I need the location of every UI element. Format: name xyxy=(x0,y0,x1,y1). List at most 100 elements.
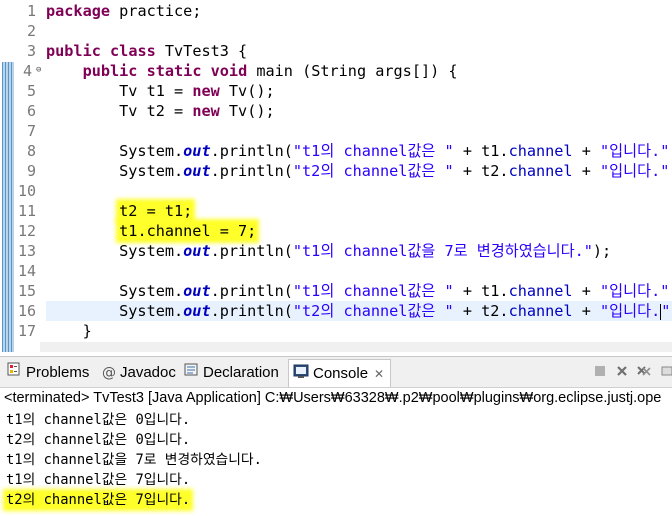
change-ruler xyxy=(2,62,14,352)
code-line-4[interactable]: public static void main (String args[]) … xyxy=(46,61,672,81)
field-name: channel xyxy=(508,282,573,300)
code-text: main (String xyxy=(247,62,376,80)
line-number: 12 xyxy=(17,222,36,240)
code-text: System. xyxy=(46,162,184,180)
code-line-12[interactable]: t1.channel = 7; xyxy=(46,221,672,241)
fold-toggle-icon[interactable]: ⊖ xyxy=(36,65,41,75)
string-literal: "t1의 channel값은 " xyxy=(292,282,454,300)
line-number: 17 xyxy=(17,322,36,340)
code-line-11[interactable]: t2 = t1; xyxy=(46,201,672,221)
line-number: 16 xyxy=(17,302,36,320)
variable-name: t1 xyxy=(146,82,165,100)
tab-label: Declaration xyxy=(203,364,279,381)
keyword: class xyxy=(110,42,156,60)
code-text: Tv(); xyxy=(219,102,275,120)
string-literal: "t1의 channel값을 7로 변경하였습니다." xyxy=(292,242,593,260)
line-number: 13 xyxy=(17,242,36,260)
code-text: []) { xyxy=(411,62,458,80)
code-text: = xyxy=(164,102,193,120)
code-text: .println( xyxy=(210,302,293,320)
bottom-views-panel: Problems @ Javadoc Declaration Console ✕ <… xyxy=(0,356,672,516)
tab-label: Problems xyxy=(26,364,90,381)
javadoc-icon: @ xyxy=(102,365,116,382)
keyword: static xyxy=(146,62,202,80)
code-text: + xyxy=(572,162,601,180)
code-text: System. xyxy=(46,302,184,320)
highlighted-code: t1.channel = 7; xyxy=(119,222,257,240)
code-line-9[interactable]: System.out.println("t2의 channel값은 " + t2… xyxy=(46,161,672,181)
keyword: new xyxy=(192,102,220,120)
keyword: new xyxy=(192,82,220,100)
static-field: out xyxy=(183,302,211,320)
code-text: + t2. xyxy=(453,162,509,180)
line-number: 15 xyxy=(17,282,36,300)
string-literal: "t1의 channel값은 " xyxy=(292,142,454,160)
static-field: out xyxy=(183,142,211,160)
code-line-6[interactable]: Tv t2 = new Tv(); xyxy=(46,101,672,121)
tab-declaration[interactable]: Declaration xyxy=(184,361,279,385)
code-line-1[interactable]: package practice; xyxy=(46,1,672,21)
code-text: TvTest3 { xyxy=(155,42,248,60)
string-literal: "입니다." xyxy=(600,142,670,160)
highlighted-code: t2 = t1; xyxy=(119,202,193,220)
remove-launch-icon[interactable] xyxy=(614,364,630,380)
code-line-3[interactable]: public class TvTest3 { xyxy=(46,41,672,61)
code-line-17[interactable]: } xyxy=(46,321,672,341)
string-literal: "t2의 channel값은 " xyxy=(292,302,454,320)
line-number: 10 xyxy=(17,182,36,200)
line-number: 14 xyxy=(17,262,36,280)
console-launch-description: <terminated> TvTest3 [Java Application] … xyxy=(4,390,662,406)
code-editor[interactable]: 1 2 3 4 ⊖ 5 6 7 8 9 10 11 12 13 14 15 16… xyxy=(0,0,672,352)
code-text: + xyxy=(572,142,601,160)
editor-gutter: 1 2 3 4 ⊖ 5 6 7 8 9 10 11 12 13 14 15 16… xyxy=(0,0,41,352)
problems-icon xyxy=(6,361,22,385)
views-tab-bar: Problems @ Javadoc Declaration Console ✕ xyxy=(0,357,672,388)
tab-console[interactable]: Console ✕ xyxy=(288,359,392,388)
view-menu-icon[interactable] xyxy=(658,364,672,380)
code-text: + t2. xyxy=(453,302,509,320)
string-literal: "입니다." xyxy=(600,282,670,300)
tab-label: Javadoc xyxy=(120,364,176,381)
code-text: Tv(); xyxy=(219,82,275,100)
keyword: public xyxy=(46,42,101,60)
code-text: + t1. xyxy=(453,142,509,160)
code-text: practice; xyxy=(110,2,202,20)
horizontal-scrollbar[interactable] xyxy=(40,342,672,352)
code-line-16[interactable]: System.out.println("t2의 channel값은 " + t2… xyxy=(46,301,672,321)
highlighted-output: t2의 channel값은 7입니다. xyxy=(6,492,191,508)
code-text: Tv xyxy=(46,82,147,100)
tab-problems[interactable]: Problems xyxy=(6,361,89,385)
field-name: channel xyxy=(508,162,573,180)
static-field: out xyxy=(183,242,211,260)
tab-javadoc[interactable]: @ Javadoc xyxy=(102,361,176,385)
line-number: 3 xyxy=(26,42,36,60)
console-icon xyxy=(293,361,309,388)
code-text: .println( xyxy=(210,242,293,260)
code-text: .println( xyxy=(210,282,293,300)
terminate-icon[interactable] xyxy=(592,364,608,380)
close-icon[interactable]: ✕ xyxy=(374,367,384,381)
line-number: 1 xyxy=(26,2,36,20)
console-output-line: t2의 channel값은 0입니다. xyxy=(6,432,191,448)
variable-name: t2 xyxy=(146,102,165,120)
parameter-name: args xyxy=(375,62,412,80)
code-text: = xyxy=(164,82,193,100)
line-number: 11 xyxy=(17,202,36,220)
string-literal: "t2의 channel값은 " xyxy=(292,162,454,180)
code-line-8[interactable]: System.out.println("t1의 channel값은 " + t1… xyxy=(46,141,672,161)
code-line-15[interactable]: System.out.println("t1의 channel값은 " + t1… xyxy=(46,281,672,301)
keyword: package xyxy=(46,2,111,20)
field-name: channel xyxy=(508,302,573,320)
console-output-line: t1의 channel값을 7로 변경하였습니다. xyxy=(6,452,262,468)
code-line-5[interactable]: Tv t1 = new Tv(); xyxy=(46,81,672,101)
remove-all-icon[interactable] xyxy=(636,364,652,380)
string-literal: "입니다." xyxy=(600,162,670,180)
keyword: public xyxy=(82,62,138,80)
string-literal: "입니다. xyxy=(600,302,661,320)
line-number: 7 xyxy=(26,122,36,140)
code-line-13[interactable]: System.out.println("t1의 channel값을 7로 변경하… xyxy=(46,241,672,261)
